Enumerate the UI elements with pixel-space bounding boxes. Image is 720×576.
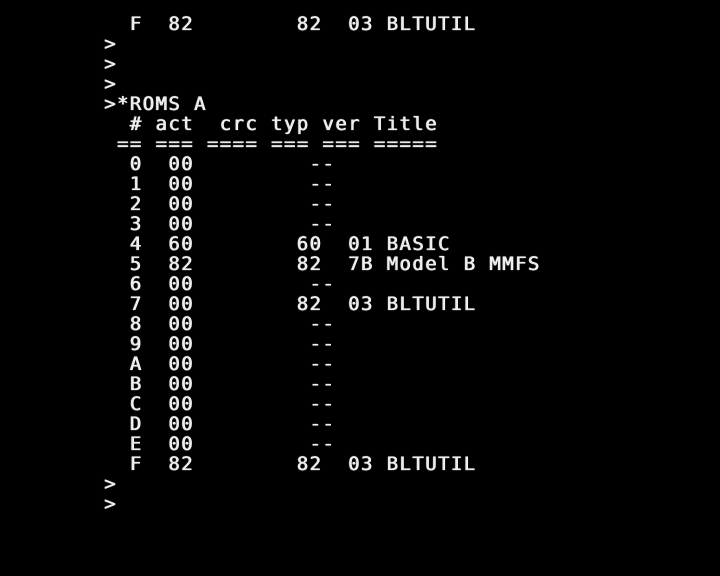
table-row: 3 00 -- [104,213,336,235]
table-row: A 00 -- [104,353,336,375]
prompt-line: > [104,73,117,95]
table-row: 1 00 -- [104,173,336,195]
current-prompt-line[interactable]: > [104,494,704,514]
table-row: E 00 -- [104,433,336,455]
table-row: 9 00 -- [104,333,336,355]
prompt-line: > [104,53,117,75]
prompt-line: > [104,33,117,55]
table-row: 8 00 -- [104,313,336,335]
table-row: C 00 -- [104,393,336,415]
terminal-screen[interactable]: F 82 82 03 BLTUTIL > > > >*ROMS A # act … [0,0,720,576]
table-row: D 00 -- [104,413,336,435]
table-row: 2 00 -- [104,193,336,215]
terminal-line: F 82 82 03 BLTUTIL [104,13,477,35]
table-row: 7 00 82 03 BLTUTIL [104,293,477,315]
table-row: B 00 -- [104,373,336,395]
table-row: 5 82 82 7B Model B MMFS [104,253,541,275]
table-row: 4 60 60 01 BASIC [104,233,451,255]
terminal-output: F 82 82 03 BLTUTIL > > > >*ROMS A # act … [104,14,704,514]
table-row: 0 00 -- [104,153,336,175]
table-row: F 82 82 03 BLTUTIL [104,453,477,475]
prompt-line: > [104,473,117,495]
table-separator: == === ==== === === ===== [104,133,438,155]
table-row: 6 00 -- [104,273,336,295]
command-line: >*ROMS A [104,93,207,115]
table-header: # act crc typ ver Title [104,113,438,135]
